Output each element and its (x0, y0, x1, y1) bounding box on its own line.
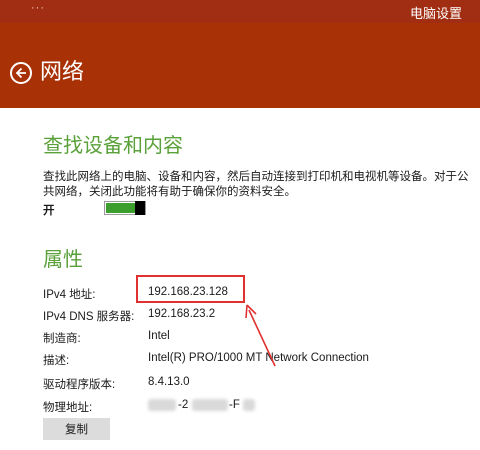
annotation-arrow-line (248, 309, 276, 367)
annotation-arrow-icon (245, 304, 276, 367)
